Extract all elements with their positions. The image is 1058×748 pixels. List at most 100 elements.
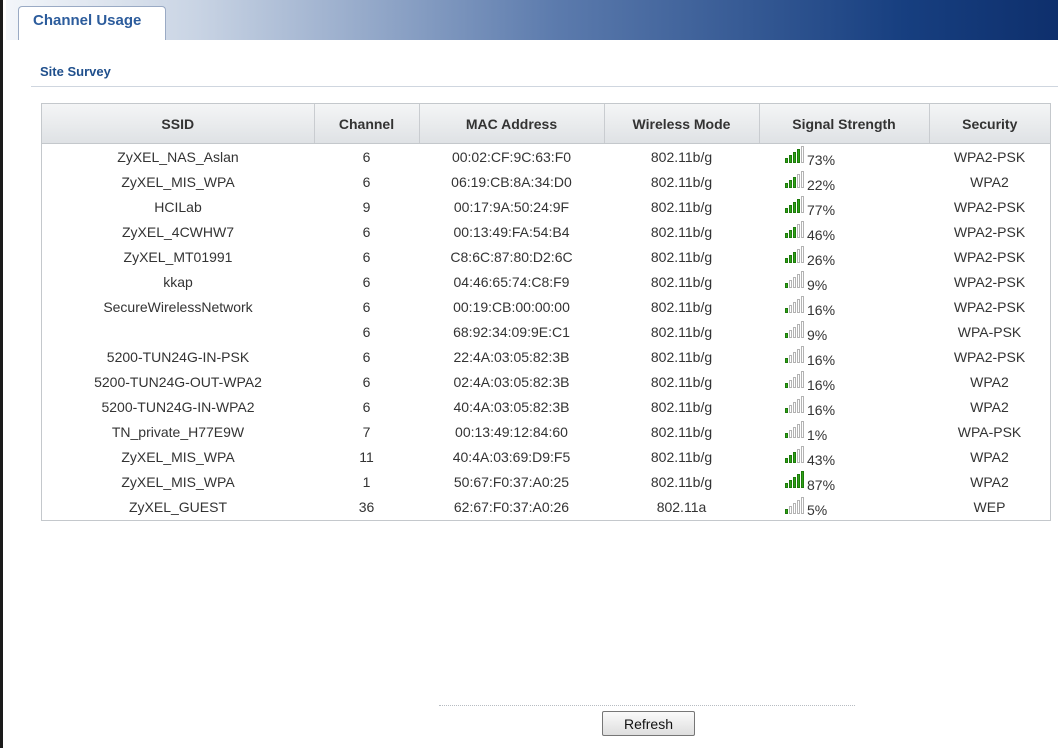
table-body: ZyXEL_NAS_Aslan 6 00:02:CF:9C:63:F0 802.11b… xyxy=(42,144,1050,521)
signal-strength-icon xyxy=(785,246,804,264)
signal-strength-icon xyxy=(785,396,804,414)
signal-strength-icon xyxy=(785,496,804,514)
cell-mac-address: 00:13:49:12:84:60 xyxy=(455,423,568,440)
cell-ssid: ZyXEL_MT01991 xyxy=(123,248,233,265)
signal-bar xyxy=(801,396,804,414)
cell-wireless-mode: 802.11a xyxy=(656,499,707,515)
cell-ssid xyxy=(42,319,314,344)
column-header-wireless-mode: Wireless Mode xyxy=(604,104,760,144)
signal-strength-icon xyxy=(785,471,804,489)
signal-strength-icon xyxy=(785,321,804,339)
signal-bar xyxy=(801,471,804,489)
table-row: ZyXEL_MIS_WPA 6 06:19:CB:8A:34:D0 802.11b/g… xyxy=(42,169,1050,194)
signal-bar xyxy=(789,330,792,339)
cell-security: WPA2 xyxy=(970,173,1009,190)
cell-ssid: 5200-TUN24G-IN-WPA2 xyxy=(101,398,255,415)
cell-channel: 6 xyxy=(362,173,371,190)
cell-channel: 6 xyxy=(362,273,371,290)
signal-bar xyxy=(801,271,804,289)
cell-signal-strength: 5% xyxy=(759,494,929,520)
cell-signal-strength: 46% xyxy=(759,219,929,244)
table-row: 5200-TUN24G-IN-WPA2 6 40:4A:03:05:82:3B 802… xyxy=(42,394,1050,419)
signal-bar xyxy=(785,333,788,339)
signal-bar xyxy=(785,308,788,314)
cell-ssid: kkap xyxy=(163,273,193,290)
signal-percent: 1% xyxy=(807,426,828,443)
cell-ssid: TN_private_H77E9W xyxy=(111,423,245,440)
table-row: TN_private_H77E9W 7 00:13:49:12:84:60 802.1… xyxy=(42,419,1050,444)
refresh-button[interactable]: Refresh xyxy=(602,711,695,736)
cell-wireless-mode: 802.11b/g xyxy=(650,348,713,365)
signal-strength-icon xyxy=(785,146,804,164)
cell-ssid: ZyXEL_MIS_WPA xyxy=(121,173,235,190)
signal-bar xyxy=(789,405,792,414)
cell-security: WPA2-PSK xyxy=(953,148,1026,165)
signal-bar xyxy=(797,499,800,514)
signal-percent: 26% xyxy=(807,251,836,268)
signal-bar xyxy=(789,455,792,464)
signal-bar xyxy=(801,171,804,189)
table-row: 5200-TUN24G-OUT-WPA2 6 02:4A:03:05:82:3B 80… xyxy=(42,369,1050,394)
cell-wireless-mode: 802.11b/g xyxy=(650,248,713,265)
signal-bar xyxy=(785,258,788,264)
cell-security: WPA-PSK xyxy=(957,423,1022,440)
cell-wireless-mode: 802.11b/g xyxy=(650,323,713,340)
signal-bar xyxy=(793,352,796,364)
signal-bar xyxy=(797,349,800,364)
cell-mac-address: 50:67:F0:37:A0:25 xyxy=(453,473,570,490)
signal-bar xyxy=(789,355,792,364)
signal-percent: 16% xyxy=(807,401,836,418)
cell-channel: 1 xyxy=(362,473,371,490)
cell-security: WPA-PSK xyxy=(957,323,1022,340)
signal-bar xyxy=(801,421,804,439)
signal-bar xyxy=(793,327,796,339)
cell-ssid: ZyXEL_MIS_WPA xyxy=(121,473,235,490)
tab-channel-usage[interactable]: Channel Usage xyxy=(18,6,166,40)
cell-channel: 6 xyxy=(362,298,371,315)
table-row: 5200-TUN24G-IN-PSK 6 22:4A:03:05:82:3B 802.… xyxy=(42,344,1050,369)
signal-strength-icon xyxy=(785,296,804,314)
table-row: HCILab 9 00:17:9A:50:24:9F 802.11b/g 77% WPA2… xyxy=(42,194,1050,219)
cell-wireless-mode: 802.11b/g xyxy=(650,398,713,415)
signal-bar xyxy=(793,452,796,464)
signal-bar xyxy=(785,458,788,464)
cell-mac-address: 04:46:65:74:C8:F9 xyxy=(453,273,570,290)
table-row: ZyXEL_MT01991 6 C8:6C:87:80:D2:6C 802.11b/g… xyxy=(42,244,1050,269)
signal-bar xyxy=(801,246,804,264)
table-row: 6 68:92:34:09:9E:C1 802.11b/g 9% WPA-PSK xyxy=(42,319,1050,344)
signal-strength-icon xyxy=(785,346,804,364)
cell-mac-address: 00:02:CF:9C:63:F0 xyxy=(451,148,572,165)
table-row: ZyXEL_GUEST 36 62:67:F0:37:A0:26 802.11a 5% W… xyxy=(42,494,1050,520)
cell-wireless-mode: 802.11b/g xyxy=(650,173,713,190)
signal-percent: 16% xyxy=(807,351,836,368)
section-title: Site Survey xyxy=(40,64,111,79)
cell-channel: 6 xyxy=(362,398,371,415)
column-header-security: Security xyxy=(929,104,1050,144)
signal-bar xyxy=(801,196,804,214)
signal-percent: 9% xyxy=(807,276,828,293)
signal-bar xyxy=(789,155,792,164)
cell-security: WPA2 xyxy=(970,398,1009,415)
tab-channel-usage-label[interactable]: Channel Usage xyxy=(33,12,141,29)
signal-strength-icon xyxy=(785,171,804,189)
signal-percent: 16% xyxy=(807,376,836,393)
table-row: ZyXEL_MIS_WPA 11 40:4A:03:69:D9:F5 802.11b/… xyxy=(42,444,1050,469)
cell-ssid: 5200-TUN24G-OUT-WPA2 xyxy=(94,373,262,390)
signal-bar xyxy=(797,149,800,164)
signal-bar xyxy=(789,380,792,389)
cell-channel: 6 xyxy=(362,323,371,340)
cell-security: WPA2-PSK xyxy=(953,223,1026,240)
cell-signal-strength: 43% xyxy=(759,444,929,469)
site-survey-table: SSID Channel MAC Address Wireless Mode S… xyxy=(42,104,1050,520)
cell-ssid: ZyXEL_MIS_WPA xyxy=(121,448,235,465)
signal-strength-icon xyxy=(785,446,804,464)
cell-wireless-mode: 802.11b/g xyxy=(650,223,713,240)
cell-mac-address: 40:4A:03:69:D9:F5 xyxy=(452,448,571,465)
cell-signal-strength: 73% xyxy=(759,144,929,170)
cell-mac-address: 00:17:9A:50:24:9F xyxy=(453,198,570,215)
cell-mac-address: C8:6C:87:80:D2:6C xyxy=(450,248,573,265)
signal-bar xyxy=(797,399,800,414)
cell-ssid: ZyXEL_4CWHW7 xyxy=(121,223,235,240)
cell-security: WPA2-PSK xyxy=(953,298,1026,315)
table-row: ZyXEL_MIS_WPA 1 50:67:F0:37:A0:25 802.11b/g… xyxy=(42,469,1050,494)
